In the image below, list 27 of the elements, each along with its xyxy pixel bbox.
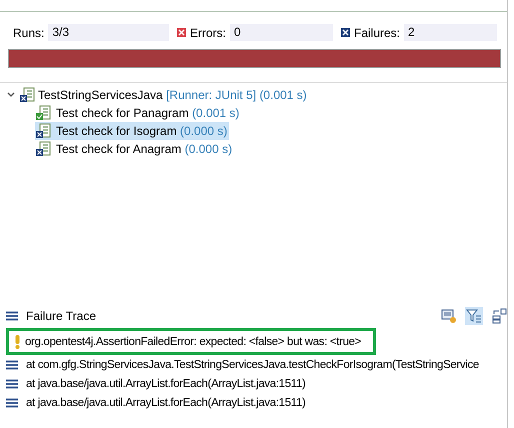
counter-label: Runs: xyxy=(13,26,44,40)
passed-test-icon xyxy=(35,105,51,121)
failure-icon xyxy=(341,28,350,37)
warning-icon xyxy=(15,334,20,348)
counter-label: Failures: xyxy=(354,26,400,40)
test-name[interactable]: Test check for Anagram (0.000 s) xyxy=(56,142,232,156)
filter-icon[interactable] xyxy=(465,307,483,325)
error-icon xyxy=(177,28,186,37)
test-suite-icon xyxy=(19,87,35,103)
counter-value: 2 xyxy=(404,24,497,41)
failure-trace-title: Failure Trace xyxy=(26,309,98,323)
counter-value: 0 xyxy=(230,24,333,41)
failed-test-icon xyxy=(35,123,51,139)
counter-value: 3/3 xyxy=(48,24,169,41)
test-suite-name[interactable]: TestStringServicesJava [Runner: JUnit 5] (0.001 s) xyxy=(38,88,307,102)
trace-line[interactable]: at java.base/java.util.ArrayList.forEach(ArrayList.java:1511) xyxy=(26,378,306,390)
test-name[interactable]: Test check for Panagram (0.001 s) xyxy=(56,106,240,120)
counter-label: Errors: xyxy=(190,26,226,40)
stack-frame-icon xyxy=(6,378,18,388)
compare-icon[interactable] xyxy=(441,308,457,324)
failed-test-icon xyxy=(35,141,51,157)
layout-icon[interactable] xyxy=(491,308,507,324)
trace-line[interactable]: at java.base/java.util.ArrayList.forEach(ArrayList.java:1511) xyxy=(26,396,306,408)
stack-trace-icon xyxy=(6,311,18,321)
stack-frame-icon xyxy=(6,360,18,370)
trace-line[interactable]: at com.gfg.StringServicesJava.TestStringServicesJava.testCheckForIsogram(TestStringService xyxy=(26,358,479,370)
stack-frame-icon xyxy=(6,398,18,408)
